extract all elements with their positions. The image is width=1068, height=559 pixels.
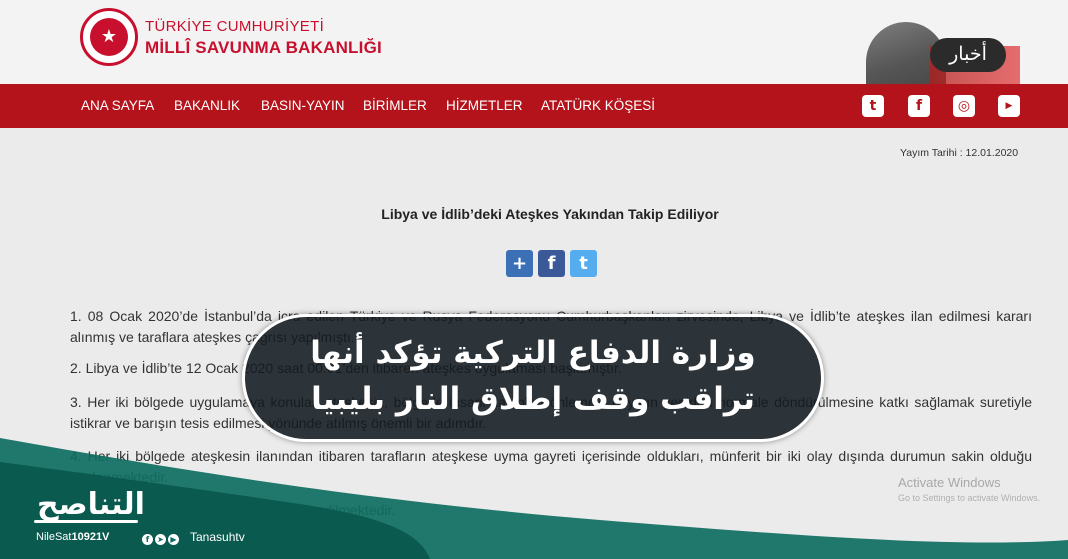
social-handle: Tanasuhtv — [190, 530, 245, 544]
logo-underline — [34, 520, 138, 523]
satellite-label: NileSat — [36, 531, 72, 543]
satellite-frequency: NileSat10921V — [36, 531, 109, 543]
channel-logo: التناصح — [37, 487, 145, 522]
youtube-icon: ▶ — [168, 534, 179, 545]
satellite-number: 10921V — [71, 531, 110, 543]
headline-line-2: تراقب وقف إطلاق النار بليبيا — [311, 381, 755, 417]
telegram-icon: ➤ — [155, 534, 166, 545]
facebook-icon: f — [142, 534, 153, 545]
headline-line-1: وزارة الدفاع التركية تؤكد أنها — [310, 335, 756, 371]
green-wave-decoration — [0, 438, 1068, 559]
social-icons-row: f ➤ ▶ — [142, 529, 181, 545]
headline-overlay: وزارة الدفاع التركية تؤكد أنها تراقب وقف… — [242, 314, 824, 442]
